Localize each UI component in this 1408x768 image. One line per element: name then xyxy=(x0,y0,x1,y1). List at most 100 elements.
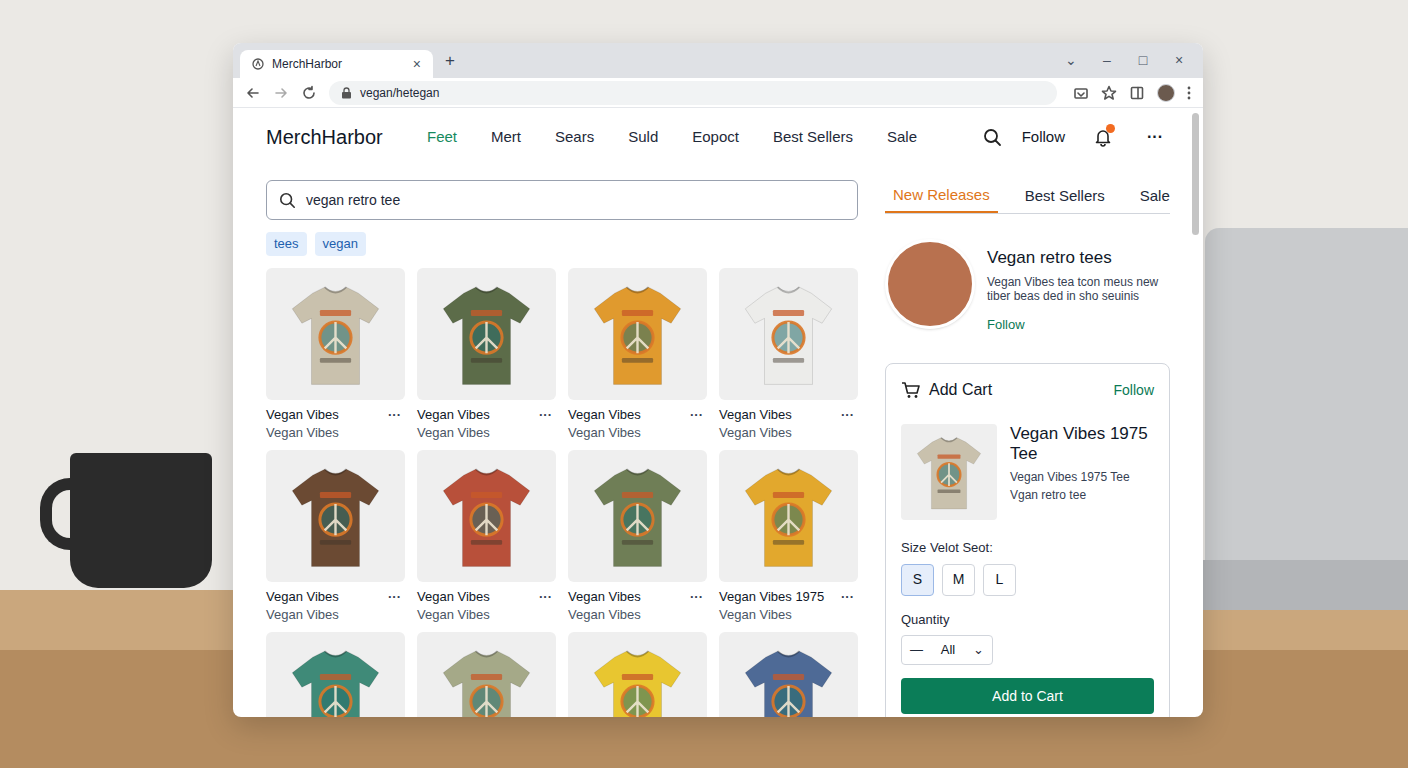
product-menu-button[interactable]: ··· xyxy=(539,587,556,607)
add-to-cart-button[interactable]: Add to Cart xyxy=(901,678,1154,714)
size-option[interactable]: M xyxy=(942,564,975,596)
bio-line: Vegan Vibes tea tcon meus new xyxy=(987,275,1158,289)
product-card[interactable]: Vegan Vibes···Vegan Vibes xyxy=(417,450,556,632)
profile-info: Vegan retro tees Vegan Vibes tea tcon meu… xyxy=(987,239,1158,334)
search-icon xyxy=(279,192,296,209)
nav-item[interactable]: Mert xyxy=(491,126,521,149)
product-image[interactable] xyxy=(568,632,707,717)
back-icon[interactable] xyxy=(245,85,261,101)
product-card[interactable] xyxy=(719,632,858,717)
product-menu-button[interactable]: ··· xyxy=(388,405,405,425)
profile-follow-button[interactable]: Follow xyxy=(987,315,1158,335)
product-image[interactable] xyxy=(417,632,556,717)
search-field[interactable]: vegan retro tee xyxy=(266,180,858,220)
profile-name[interactable]: Vegan retro tees xyxy=(987,245,1158,271)
scrollbar-thumb[interactable] xyxy=(1192,113,1199,235)
product-title-row: Vegan Vibes 1975 ··· xyxy=(719,589,858,605)
browser-tab[interactable]: MerchHarbor × xyxy=(240,50,433,78)
product-card[interactable]: Vegan Vibes···Vegan Vibes xyxy=(568,268,707,450)
favicon-icon xyxy=(252,58,264,70)
product-card[interactable]: Vegan Vibes 1975···Vegan Vibes xyxy=(719,450,858,632)
more-button[interactable]: ··· xyxy=(1147,125,1163,149)
product-card[interactable] xyxy=(568,632,707,717)
filter-chip[interactable]: tees xyxy=(266,232,307,256)
product-menu-button[interactable]: ··· xyxy=(841,587,858,607)
new-tab-button[interactable]: + xyxy=(445,48,455,74)
product-menu-button[interactable]: ··· xyxy=(388,587,405,607)
product-card[interactable]: Vegan Vibes···Vegan Vibes xyxy=(568,450,707,632)
site-logo[interactable]: MerchHarbor xyxy=(266,122,427,152)
reload-icon[interactable] xyxy=(301,85,317,101)
product-image[interactable] xyxy=(719,632,858,717)
product-card[interactable]: Vegan Vibes···Vegan Vibes xyxy=(719,268,858,450)
lock-icon xyxy=(341,87,352,99)
product-title[interactable]: Vegan Vibes xyxy=(568,587,641,607)
notification-dot xyxy=(1106,124,1115,133)
product-image[interactable] xyxy=(266,632,405,717)
quantity-toggle[interactable]: ⌄ xyxy=(973,640,984,660)
product-card[interactable] xyxy=(417,632,556,717)
tab-title: MerchHarbor xyxy=(272,55,405,73)
product-image[interactable] xyxy=(568,268,707,400)
nav-item[interactable]: Suld xyxy=(628,126,658,149)
filter-chip[interactable]: vegan xyxy=(315,232,366,256)
site-header: MerchHarborFeet Mert Sears Suld Eopoct Best S… xyxy=(266,108,1170,166)
product-title[interactable]: Vegan Vibes xyxy=(719,405,792,425)
nav-item[interactable]: Feet xyxy=(427,126,457,149)
product-card[interactable]: Vegan Vibes···Vegan Vibes xyxy=(417,268,556,450)
profile-avatar-icon[interactable] xyxy=(1157,84,1175,102)
window-control-button[interactable]: □ xyxy=(1125,50,1161,71)
product-image[interactable] xyxy=(417,450,556,582)
product-image[interactable] xyxy=(266,268,405,400)
size-option[interactable]: S xyxy=(901,564,934,596)
tab-close-button[interactable]: × xyxy=(413,57,421,71)
size-option[interactable]: L xyxy=(983,564,1016,596)
install-icon[interactable] xyxy=(1073,85,1089,101)
filter-chips: tees vegan xyxy=(266,232,858,256)
sidebar-tab[interactable]: Sale xyxy=(1132,180,1178,213)
product-image[interactable] xyxy=(719,450,858,582)
product-card[interactable]: Vegan Vibes···Vegan Vibes xyxy=(266,268,405,450)
nav-item[interactable]: Sears xyxy=(555,126,594,149)
product-card[interactable] xyxy=(266,632,405,717)
quantity-select[interactable]: —All⌄ xyxy=(901,635,993,665)
product-image[interactable] xyxy=(417,268,556,400)
address-bar[interactable]: vegan/hetegan xyxy=(329,81,1057,105)
product-title[interactable]: Vegan Vibes xyxy=(417,587,490,607)
window-control-button[interactable]: × xyxy=(1161,50,1197,71)
quantity-decrement[interactable]: — xyxy=(910,640,923,660)
product-title[interactable]: Vegan Vibes xyxy=(266,587,339,607)
cart-follow-button[interactable]: Follow xyxy=(1114,380,1154,401)
bell-icon[interactable] xyxy=(1093,127,1113,147)
product-menu-button[interactable]: ··· xyxy=(690,405,707,425)
sidebar-tab[interactable]: Best Sellers xyxy=(1017,180,1113,213)
product-subtitle: Vegan Vibes xyxy=(568,605,707,621)
product-title[interactable]: Vegan Vibes xyxy=(417,405,490,425)
product-image[interactable] xyxy=(266,450,405,582)
product-title[interactable]: Vegan Vibes 1975 xyxy=(719,587,824,607)
window-control-button[interactable]: ⌄ xyxy=(1053,50,1089,71)
product-menu-button[interactable]: ··· xyxy=(841,405,858,425)
product-menu-button[interactable]: ··· xyxy=(690,587,707,607)
profile-photo[interactable] xyxy=(885,239,975,329)
product-image[interactable] xyxy=(568,450,707,582)
bookmark-star-icon[interactable] xyxy=(1101,85,1117,101)
product-card[interactable]: Vegan Vibes···Vegan Vibes xyxy=(266,450,405,632)
nav-item[interactable]: Sale xyxy=(887,126,917,149)
results-column: vegan retro teeteesveganVegan Vibes···Ve… xyxy=(266,180,858,717)
search-icon[interactable] xyxy=(983,128,1002,147)
sidebar-tab[interactable]: New Releases xyxy=(885,180,998,213)
product-subtitle: Vegan Vibes xyxy=(417,605,556,621)
nav-item[interactable]: Best Sellers xyxy=(773,126,853,149)
follow-button[interactable]: Follow xyxy=(1022,126,1065,149)
product-menu-button[interactable]: ··· xyxy=(539,405,556,425)
browser-menu-icon[interactable] xyxy=(1187,86,1191,100)
nav-item[interactable]: Eopoct xyxy=(692,126,739,149)
product-image[interactable] xyxy=(719,268,858,400)
product-title[interactable]: Vegan Vibes xyxy=(266,405,339,425)
cart-header: Add CartFollow xyxy=(901,378,1154,402)
forward-icon[interactable] xyxy=(273,85,289,101)
product-title[interactable]: Vegan Vibes xyxy=(568,405,641,425)
sidepanel-icon[interactable] xyxy=(1129,85,1145,101)
window-control-button[interactable]: – xyxy=(1089,50,1125,71)
